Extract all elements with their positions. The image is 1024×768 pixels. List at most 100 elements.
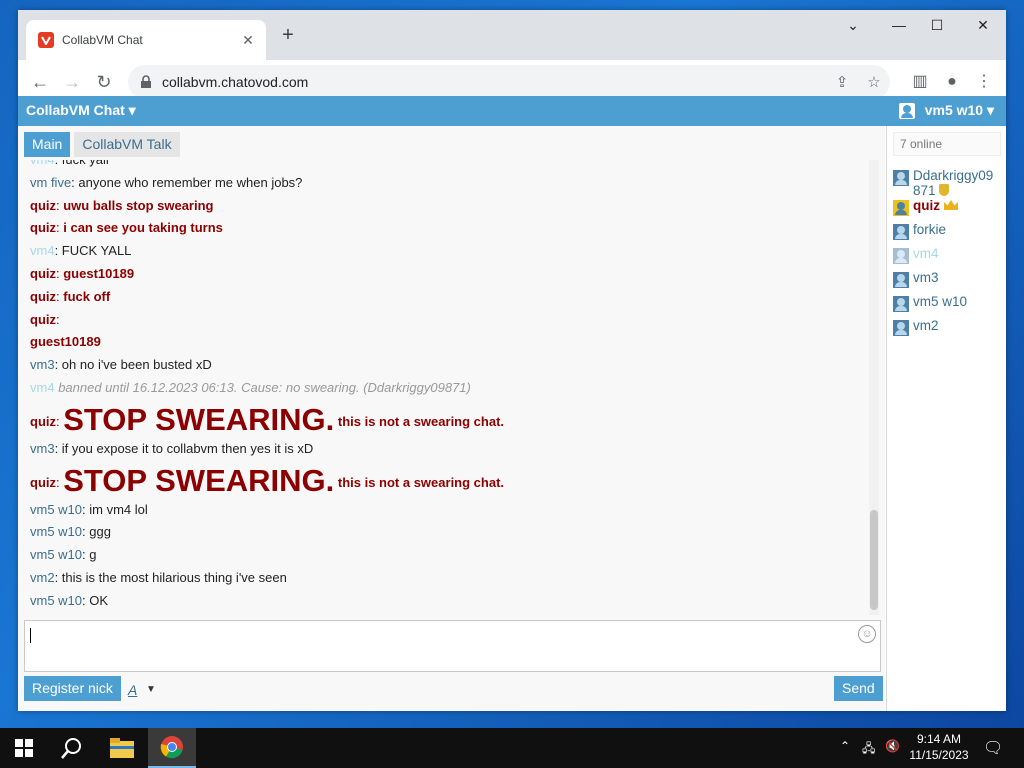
- user-list-item[interactable]: quiz: [893, 198, 1003, 222]
- tab-search-icon[interactable]: ⌄: [830, 10, 876, 40]
- message-text: fuck yall: [62, 160, 109, 167]
- message-author[interactable]: vm5 w10: [30, 593, 82, 608]
- scrollbar-thumb[interactable]: [870, 510, 878, 610]
- message-author[interactable]: vm2: [30, 570, 55, 585]
- user-list-panel: 7 online Ddarkriggy09 871 quiz forkie vm4 vm3…: [886, 126, 1006, 711]
- message-author[interactable]: vm4: [30, 243, 55, 258]
- message-text: FUCK YALL: [61, 243, 132, 259]
- reload-icon[interactable]: ↻: [92, 70, 116, 94]
- message-author[interactable]: vm3: [30, 441, 55, 456]
- user-name: Ddarkriggy09 871: [913, 168, 993, 198]
- share-icon[interactable]: ⇪: [826, 73, 858, 91]
- shield-icon: [938, 184, 949, 196]
- message-input[interactable]: ☺: [24, 620, 881, 672]
- user-name: quiz: [913, 198, 958, 213]
- chat-message: quiz: STOP SWEARING. this is not a swear…: [30, 402, 865, 438]
- user-name-text: vm5 w10: [913, 294, 968, 309]
- message-author[interactable]: quiz: [30, 198, 56, 213]
- current-user-menu[interactable]: vm5 w10 ▾: [898, 102, 994, 119]
- chevron-up-icon[interactable]: ⌃: [840, 739, 850, 753]
- user-list-item[interactable]: vm4: [893, 246, 1003, 270]
- message-author[interactable]: quiz: [30, 475, 56, 490]
- text-format-button[interactable]: A: [128, 682, 137, 698]
- message-author[interactable]: vm five: [30, 175, 71, 190]
- menu-kebab-icon[interactable]: ⋮: [972, 70, 996, 94]
- message-text: this is not a swearing chat.: [334, 413, 505, 429]
- message-text: im vm4 lol: [89, 501, 148, 517]
- clock-date: 11/15/2023: [909, 748, 969, 762]
- chat-tabs: Main CollabVM Talk: [24, 132, 184, 157]
- message-big-text: STOP SWEARING.: [63, 401, 335, 437]
- message-text: banned until 16.12.2023 06:13. Cause: no…: [58, 379, 471, 395]
- user-icon: [893, 200, 909, 216]
- chat-message: quiz: i can see you taking turns: [30, 217, 865, 240]
- chat-message: vm3: oh no i've been busted xD: [30, 354, 865, 377]
- chat-message: vm5 w10: ggg: [30, 521, 865, 544]
- message-author[interactable]: quiz: [30, 266, 56, 281]
- tab-main[interactable]: Main: [24, 132, 71, 157]
- chrome-icon[interactable]: [148, 728, 196, 768]
- taskbar-clock[interactable]: 9:14 AM 11/15/2023: [904, 731, 974, 763]
- message-author[interactable]: quiz: [30, 312, 56, 327]
- volume-muted-icon[interactable]: 🔇: [885, 739, 900, 753]
- user-list-item[interactable]: vm3: [893, 270, 1003, 294]
- user-icon: [893, 248, 909, 264]
- user-name: vm4: [913, 246, 939, 261]
- message-author[interactable]: vm4: [30, 380, 55, 395]
- chat-message: vm4: FUCK YALL: [30, 240, 865, 263]
- user-list-item[interactable]: vm2: [893, 318, 1003, 342]
- message-author[interactable]: quiz: [30, 414, 56, 429]
- user-list-item[interactable]: forkie: [893, 222, 1003, 246]
- new-tab-button[interactable]: +: [276, 24, 300, 48]
- tab-close-icon[interactable]: ✕: [236, 32, 260, 49]
- file-explorer-icon[interactable]: [98, 728, 146, 768]
- user-name: vm3: [913, 270, 939, 285]
- user-name-text: vm3: [913, 270, 939, 285]
- message-text: this is the most hilarious thing i've se…: [61, 569, 287, 585]
- message-text: oh no i've been busted xD: [61, 357, 212, 373]
- current-user-name: vm5 w10 ▾: [924, 102, 994, 118]
- message-author[interactable]: quiz: [30, 220, 56, 235]
- maximize-button[interactable]: ☐: [914, 10, 960, 40]
- emoji-icon[interactable]: ☺: [858, 625, 876, 643]
- app-header: CollabVM Chat ▾ vm5 w10 ▾: [18, 96, 1006, 126]
- message-author[interactable]: vm3: [30, 357, 55, 372]
- chevron-down-icon[interactable]: ▼: [146, 684, 156, 695]
- send-button[interactable]: Send: [834, 676, 883, 701]
- user-list-item[interactable]: Ddarkriggy09 871: [893, 168, 1003, 198]
- windows-start-icon[interactable]: [0, 728, 48, 768]
- chat-app: CollabVM Chat ▾ vm5 w10 ▾ Main CollabVM …: [18, 96, 1006, 711]
- back-icon[interactable]: ←: [28, 70, 52, 94]
- forward-icon[interactable]: →: [60, 70, 84, 94]
- chat-message: vm2: this is the most hilarious thing i'…: [30, 567, 865, 590]
- tab-collabvm-talk[interactable]: CollabVM Talk: [74, 132, 180, 157]
- message-author[interactable]: vm5 w10: [30, 524, 82, 539]
- bookmark-star-icon[interactable]: ☆: [858, 73, 890, 91]
- network-icon[interactable]: 🖧: [862, 739, 875, 760]
- user-list-item[interactable]: vm5 w10: [893, 294, 1003, 318]
- address-bar[interactable]: collabvm.chatovod.com ⇪ ☆: [128, 65, 890, 99]
- message-author[interactable]: vm5 w10: [30, 547, 82, 562]
- message-separator: :: [56, 311, 60, 327]
- browser-tab[interactable]: CollabVM Chat ✕: [26, 20, 266, 60]
- side-panel-icon[interactable]: ▥: [908, 70, 932, 94]
- search-icon[interactable]: [48, 728, 96, 768]
- collabvm-favicon-icon: [38, 32, 54, 48]
- message-separator: :: [55, 160, 62, 167]
- taskbar: ⌃ 🖧 🔇 9:14 AM 11/15/2023 🗨: [0, 728, 1024, 768]
- chat-title-dropdown[interactable]: CollabVM Chat ▾: [26, 102, 136, 119]
- close-window-button[interactable]: ✕: [960, 10, 1006, 40]
- register-nick-button[interactable]: Register nick: [24, 676, 121, 701]
- user-name-line1: Ddarkriggy09: [913, 168, 994, 183]
- message-author[interactable]: vm4: [30, 160, 55, 167]
- notification-icon[interactable]: 🗨: [983, 738, 1003, 758]
- chat-message: vm5 w10: im vm4 lol: [30, 499, 865, 522]
- user-name-text: vm2: [913, 318, 939, 333]
- message-author[interactable]: quiz: [30, 289, 56, 304]
- message-author[interactable]: vm5 w10: [30, 502, 82, 517]
- chat-message: vm3: if you expose it to collabvm then y…: [30, 438, 865, 461]
- message-scrollbar[interactable]: [869, 160, 879, 615]
- browser-window: CollabVM Chat ✕ + ⌄ — ☐ ✕ ← → ↻ collabvm…: [18, 10, 1006, 711]
- url-text[interactable]: collabvm.chatovod.com: [162, 74, 826, 90]
- profile-icon[interactable]: ●: [940, 70, 964, 94]
